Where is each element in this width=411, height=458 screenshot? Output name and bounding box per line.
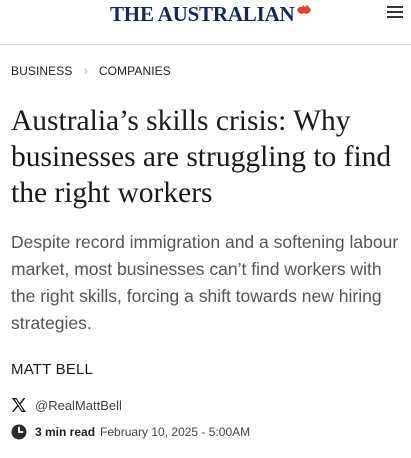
article-standfirst: Despite record immigration and a softeni… <box>11 232 399 333</box>
site-header: THE AUSTRALIAN <box>0 0 411 45</box>
masthead-logo[interactable]: THE AUSTRALIAN <box>110 2 295 27</box>
hamburger-menu-icon[interactable] <box>387 6 403 22</box>
breadcrumb: BUSINESS › COMPANIES <box>11 63 171 78</box>
breadcrumb-companies[interactable]: COMPANIES <box>99 64 171 78</box>
australia-map-icon <box>297 5 311 14</box>
twitter-handle[interactable]: @RealMattBell <box>35 398 122 413</box>
clock-icon <box>11 424 27 440</box>
article-headline: Australia’s skills crisis: Why businesse… <box>11 105 392 209</box>
author-name[interactable]: MATT BELL <box>11 361 93 378</box>
chevron-right-icon: › <box>83 63 88 78</box>
read-time: 3 min read <box>35 425 96 439</box>
author-twitter[interactable]: @RealMattBell <box>11 397 122 413</box>
breadcrumb-business[interactable]: BUSINESS <box>11 64 73 78</box>
article-meta: 3 min read February 10, 2025 - 5:00AM <box>11 424 250 440</box>
publish-date: February 10, 2025 - 5:00AM <box>100 425 251 439</box>
x-twitter-icon <box>12 398 26 412</box>
